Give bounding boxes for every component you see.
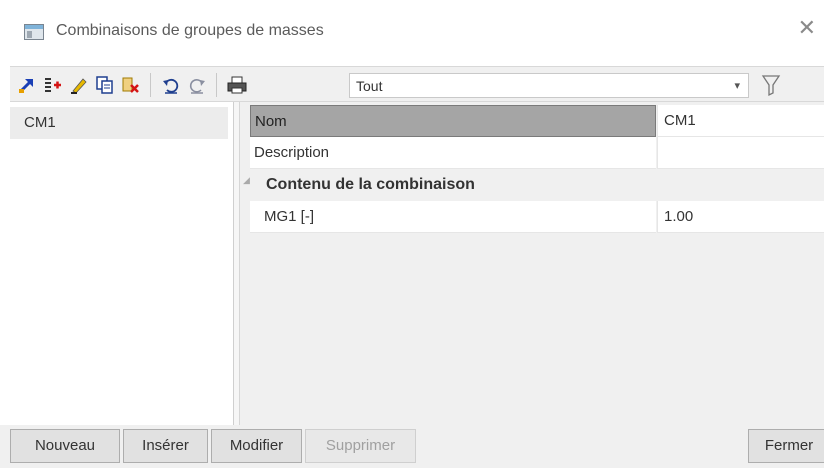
property-name[interactable]: MG1 [-] bbox=[250, 201, 656, 233]
undo-icon[interactable] bbox=[160, 74, 182, 96]
new-button[interactable]: Nouveau bbox=[10, 429, 120, 463]
collapse-icon[interactable]: ◢ bbox=[243, 175, 250, 186]
insert-rows-icon[interactable] bbox=[42, 74, 64, 96]
delete-button: Supprimer bbox=[305, 429, 416, 463]
edit-pencil-icon[interactable] bbox=[68, 74, 90, 96]
button-bar: Nouveau Insérer Modifier Supprimer Ferme… bbox=[0, 425, 824, 468]
property-value[interactable] bbox=[657, 137, 824, 169]
close-icon[interactable]: ✕ bbox=[798, 18, 816, 40]
delete-icon[interactable] bbox=[120, 74, 142, 96]
filter-value: Tout bbox=[356, 78, 383, 94]
property-value[interactable]: 1.00 bbox=[657, 201, 824, 233]
window-app-icon bbox=[24, 24, 44, 40]
print-icon[interactable] bbox=[226, 74, 248, 96]
category-label: Contenu de la combinaison bbox=[266, 176, 475, 193]
chevron-down-icon: ▾ bbox=[734, 79, 740, 92]
copy-icon[interactable] bbox=[94, 74, 116, 96]
filter-dropdown[interactable]: Tout ▾ bbox=[349, 73, 749, 98]
grid-row-nom: Nom CM1 bbox=[240, 105, 824, 137]
combination-list: CM1 bbox=[10, 102, 234, 425]
grid-category[interactable]: ◢ Contenu de la combinaison bbox=[240, 169, 824, 201]
grid-row-mg1: MG1 [-] 1.00 bbox=[240, 201, 824, 233]
list-item[interactable]: CM1 bbox=[10, 107, 228, 139]
modify-button[interactable]: Modifier bbox=[211, 429, 302, 463]
redo-icon[interactable] bbox=[186, 74, 208, 96]
grid-row-description: Description bbox=[240, 137, 824, 169]
funnel-icon[interactable] bbox=[760, 73, 782, 97]
toolbar: Tout ▾ bbox=[10, 66, 824, 102]
property-name[interactable]: Nom bbox=[250, 105, 656, 137]
title-bar: Combinaisons de groupes de masses ✕ bbox=[0, 0, 824, 62]
property-name[interactable]: Description bbox=[250, 137, 656, 169]
toolbar-separator bbox=[216, 73, 217, 97]
new-arrow-icon[interactable] bbox=[16, 74, 38, 96]
close-button[interactable]: Fermer bbox=[748, 429, 824, 463]
property-grid: Nom CM1 Description ◢ Contenu de la comb… bbox=[240, 102, 824, 425]
toolbar-separator bbox=[150, 73, 151, 97]
insert-button[interactable]: Insérer bbox=[123, 429, 208, 463]
property-value[interactable]: CM1 bbox=[657, 105, 824, 137]
window-title: Combinaisons de groupes de masses bbox=[56, 22, 324, 39]
